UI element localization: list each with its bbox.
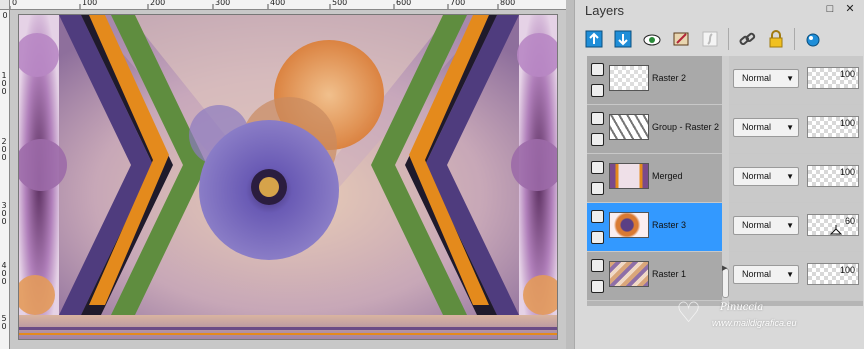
heart-icon: ♡ bbox=[676, 297, 702, 328]
layer-name: Raster 2 bbox=[652, 73, 687, 83]
layer-name: Group - Raster 2 bbox=[652, 122, 720, 132]
lock-icon[interactable] bbox=[765, 28, 787, 50]
opacity-field[interactable]: 100 bbox=[807, 165, 859, 187]
layer-type-icon[interactable] bbox=[591, 161, 604, 174]
blend-mode-value: Normal bbox=[742, 73, 772, 83]
opacity-value: 100 bbox=[839, 69, 855, 79]
layer-thumbnail bbox=[609, 65, 649, 91]
opacity-value: 60 bbox=[844, 216, 855, 226]
layer-type-icon[interactable] bbox=[591, 210, 604, 223]
ruler-label: 3 0 0 bbox=[1, 201, 7, 226]
opacity-field[interactable]: 100 bbox=[807, 116, 859, 138]
move-layer-down-icon[interactable] bbox=[612, 28, 634, 50]
visibility-toggle-icon[interactable] bbox=[591, 133, 604, 146]
layer-type-icon[interactable] bbox=[591, 63, 604, 76]
new-layer-icon[interactable] bbox=[583, 28, 605, 50]
opacity-field[interactable]: 100 bbox=[807, 67, 859, 89]
ruler-label: 2 0 0 bbox=[1, 137, 7, 162]
chevron-down-icon: ▼ bbox=[786, 221, 794, 230]
layer-name: Raster 3 bbox=[652, 220, 687, 230]
artwork-image bbox=[18, 14, 558, 340]
layer-thumbnail bbox=[609, 114, 649, 140]
blend-mode-select[interactable]: Normal ▼ bbox=[733, 265, 799, 284]
vertical-ruler: 0 1 0 0 2 0 0 3 0 0 4 0 0 5 0 bbox=[0, 10, 10, 349]
ruler-label: 0 bbox=[2, 11, 8, 20]
opacity-value: 100 bbox=[839, 167, 855, 177]
blend-mode-select[interactable]: Normal ▼ bbox=[733, 216, 799, 235]
ruler-label: 5 0 bbox=[1, 314, 7, 331]
layer-thumbnail bbox=[609, 261, 649, 287]
ruler-label: 4 0 0 bbox=[1, 261, 7, 286]
close-button[interactable]: ✕ bbox=[844, 3, 856, 15]
visibility-toggle-icon[interactable] bbox=[591, 280, 604, 293]
ruler-label: 1 0 0 bbox=[1, 71, 7, 96]
opacity-value: 100 bbox=[839, 265, 855, 275]
visibility-icon[interactable] bbox=[641, 28, 663, 50]
toolbar-separator bbox=[794, 28, 795, 50]
opacity-slider[interactable]: 60 bbox=[807, 214, 859, 236]
layer-thumbnail bbox=[609, 163, 649, 189]
toolbar-separator bbox=[728, 28, 729, 50]
opacity-value: 100 bbox=[839, 118, 855, 128]
group-type-icon[interactable] bbox=[591, 112, 604, 125]
panel-splitter[interactable] bbox=[566, 0, 574, 349]
layer-name: Raster 1 bbox=[652, 269, 687, 279]
ruler-ticks bbox=[10, 4, 499, 9]
link-icon[interactable] bbox=[736, 28, 758, 50]
watermark-name: Pinuccia bbox=[720, 302, 764, 313]
opacity-field[interactable]: 100 bbox=[807, 263, 859, 285]
app-window: 0 100 200 300 400 500 600 700 800 0 1 0 … bbox=[0, 0, 864, 349]
expand-arrow-icon[interactable]: ▶ bbox=[722, 264, 729, 272]
horizontal-ruler: 0 100 200 300 400 500 600 700 800 bbox=[10, 0, 566, 10]
blend-mode-select[interactable]: Normal ▼ bbox=[733, 69, 799, 88]
maximize-button[interactable]: □ bbox=[824, 3, 836, 15]
image-canvas-area[interactable]: 0 100 200 300 400 500 600 700 800 0 1 0 … bbox=[0, 0, 566, 349]
blend-mode-value: Normal bbox=[742, 171, 772, 181]
visibility-toggle-icon[interactable] bbox=[591, 182, 604, 195]
blend-mode-value: Normal bbox=[742, 269, 772, 279]
layers-toolbar bbox=[583, 25, 824, 53]
chevron-down-icon: ▼ bbox=[786, 74, 794, 83]
slider-marker-icon[interactable] bbox=[830, 225, 842, 235]
mask-icon[interactable] bbox=[802, 28, 824, 50]
edit-icon[interactable] bbox=[670, 28, 692, 50]
visibility-toggle-icon[interactable] bbox=[591, 84, 604, 97]
layer-style-icon[interactable] bbox=[699, 28, 721, 50]
chevron-down-icon: ▼ bbox=[786, 172, 794, 181]
watermark-url: www.maildigrafica.eu bbox=[712, 318, 797, 328]
blend-mode-value: Normal bbox=[742, 122, 772, 132]
visibility-toggle-icon[interactable] bbox=[591, 231, 604, 244]
watermark: ♡ Pinuccia www.maildigrafica.eu bbox=[676, 292, 856, 342]
panel-title: Layers bbox=[585, 3, 625, 18]
layer-thumbnail bbox=[609, 212, 649, 238]
layer-type-icon[interactable] bbox=[591, 259, 604, 272]
chevron-down-icon: ▼ bbox=[786, 123, 794, 132]
blend-mode-value: Normal bbox=[742, 220, 772, 230]
layer-name: Merged bbox=[652, 171, 683, 181]
blend-mode-select[interactable]: Normal ▼ bbox=[733, 167, 799, 186]
ruler-corner bbox=[0, 0, 10, 10]
chevron-down-icon: ▼ bbox=[786, 270, 794, 279]
blend-mode-select[interactable]: Normal ▼ bbox=[733, 118, 799, 137]
